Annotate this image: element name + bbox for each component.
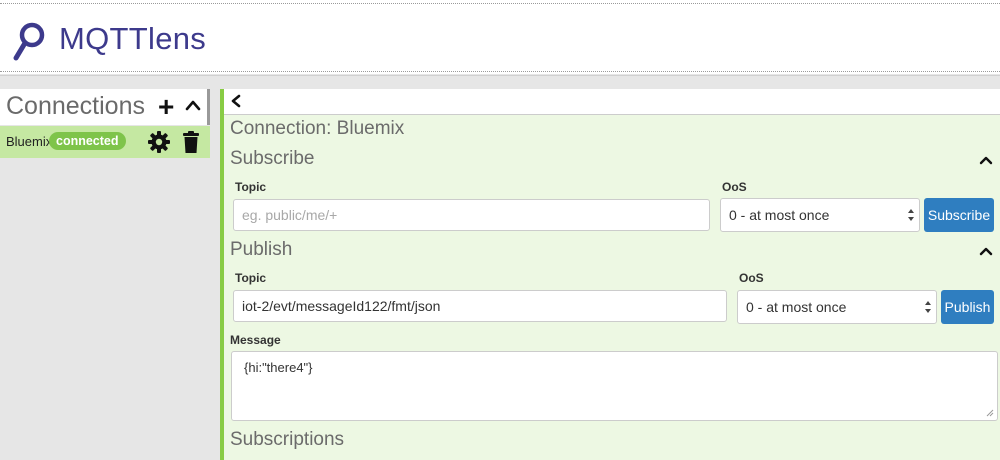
message-label: Message: [230, 333, 281, 347]
publish-qos-select[interactable]: 0 - at most once: [737, 290, 937, 324]
subscriptions-section-title: Subscriptions: [230, 429, 345, 450]
connections-sidebar: Connections + Bluemix connected: [0, 89, 210, 460]
back-chevron-icon[interactable]: [230, 94, 242, 108]
publish-topic-label: Topic: [235, 271, 267, 285]
connections-header: Connections +: [0, 89, 210, 125]
select-arrows-icon: [925, 301, 931, 313]
magnifier-logo-icon: [13, 22, 45, 61]
connection-name: Bluemix: [6, 134, 53, 149]
connection-item[interactable]: Bluemix connected: [0, 126, 210, 158]
connection-title: Connection: Bluemix: [230, 118, 405, 139]
subscribe-section-title: Subscribe: [230, 148, 315, 169]
collapse-subscribe-icon[interactable]: [979, 155, 993, 165]
message-textarea[interactable]: {hi:"there4"}: [231, 351, 998, 421]
publish-topic-value: iot-2/evt/messageId122/fmt/json: [242, 298, 441, 314]
panel-topbar: [224, 89, 1000, 115]
add-connection-button[interactable]: +: [158, 93, 174, 121]
app-header: MQTTlens: [0, 0, 1000, 74]
app-title: MQTTlens: [59, 21, 207, 56]
settings-gear-icon[interactable]: [147, 130, 171, 154]
header-divider-bottom: [0, 71, 1000, 72]
delete-trash-icon[interactable]: [182, 130, 200, 154]
header-band: [0, 75, 1000, 90]
collapse-publish-icon[interactable]: [979, 246, 993, 256]
publish-button[interactable]: Publish: [941, 290, 994, 324]
select-arrows-icon: [908, 209, 914, 221]
subscribe-topic-label: Topic: [235, 180, 267, 194]
connection-panel: Connection: Bluemix Subscribe Topic OoS …: [224, 89, 1000, 460]
resize-handle-icon[interactable]: [986, 409, 994, 417]
subscribe-qos-value: 0 - at most once: [729, 207, 830, 223]
subscribe-topic-placeholder: eg. public/me/+: [242, 207, 338, 223]
connections-title: Connections: [6, 92, 145, 120]
subscribe-button[interactable]: Subscribe: [924, 198, 994, 232]
publish-topic-input[interactable]: iot-2/evt/messageId122/fmt/json: [233, 290, 727, 322]
status-badge: connected: [49, 132, 126, 150]
publish-qos-value: 0 - at most once: [746, 299, 847, 315]
subscribe-qos-label: OoS: [722, 180, 747, 194]
collapse-connections-icon[interactable]: [184, 98, 202, 112]
subscribe-topic-input[interactable]: eg. public/me/+: [233, 199, 710, 231]
subscribe-qos-select[interactable]: 0 - at most once: [720, 198, 920, 232]
publish-section-title: Publish: [230, 239, 293, 260]
message-value: {hi:"there4"}: [244, 360, 313, 375]
publish-qos-label: OoS: [739, 271, 764, 285]
header-divider-top: [0, 3, 1000, 4]
